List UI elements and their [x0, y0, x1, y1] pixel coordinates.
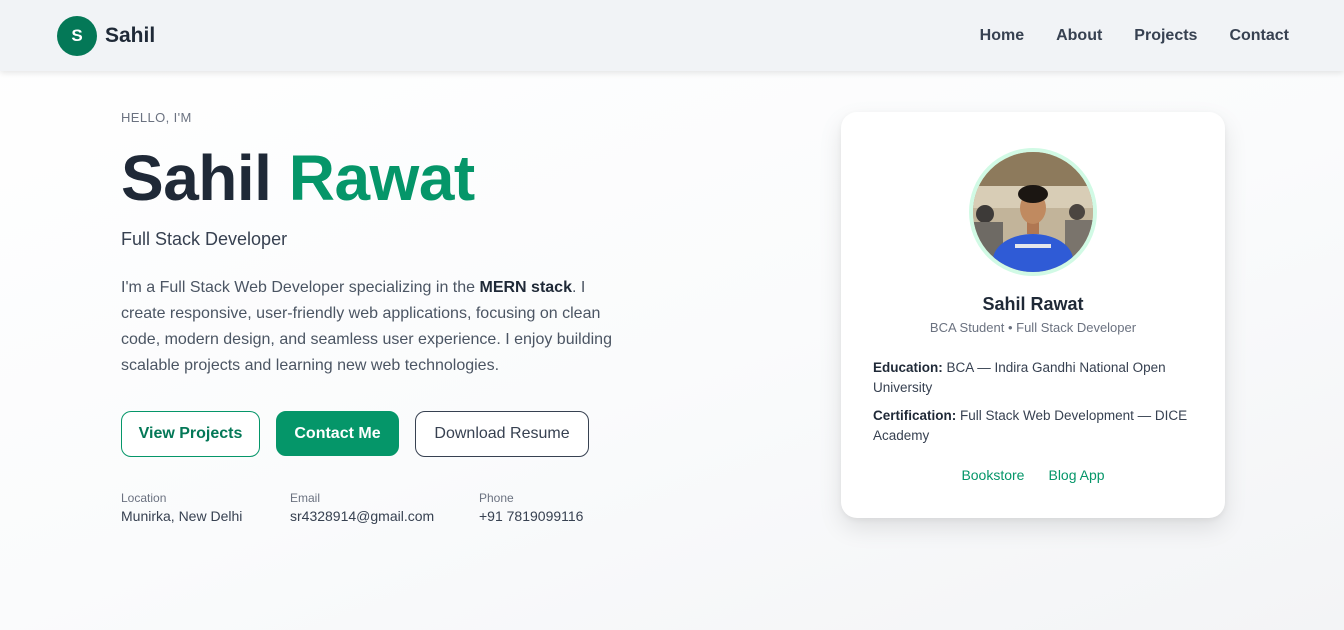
- card-subtitle: BCA Student • Full Stack Developer: [929, 320, 1137, 335]
- hero-last-name: Rawat: [288, 142, 476, 214]
- nav-links: Home About Projects Contact: [980, 27, 1289, 45]
- brand-logo[interactable]: S Sahil: [57, 15, 156, 56]
- bookstore-link[interactable]: Bookstore: [961, 467, 1024, 483]
- info-email: Email sr4328914@gmail.com: [290, 491, 479, 524]
- blog-app-link[interactable]: Blog App: [1048, 467, 1104, 483]
- phone-label: Phone: [479, 491, 514, 505]
- location-label: Location: [121, 491, 167, 505]
- hero-actions: View Projects Contact Me Download Resume: [121, 411, 641, 457]
- nav-link-projects[interactable]: Projects: [1134, 27, 1197, 45]
- email-label: Email: [290, 491, 321, 505]
- brand-name: Sahil: [105, 23, 156, 47]
- nav-link-contact[interactable]: Contact: [1229, 27, 1289, 45]
- card-education: Education: BCA — Indira Gandhi National …: [873, 358, 1203, 398]
- avatar: [969, 148, 1097, 276]
- bio-text-start: I'm a Full Stack Web Developer specializ…: [121, 279, 480, 296]
- contact-me-button[interactable]: Contact Me: [276, 411, 399, 456]
- email-value: sr4328914@gmail.com: [290, 508, 435, 524]
- bio-highlight: MERN stack: [479, 279, 572, 296]
- contact-info: Location Munirka, New Delhi Email sr4328…: [121, 491, 641, 524]
- profile-card: Sahil Rawat BCA Student • Full Stack Dev…: [841, 112, 1225, 518]
- card-name: Sahil Rawat: [982, 294, 1084, 314]
- location-value: Munirka, New Delhi: [121, 508, 243, 524]
- hero-section: HELLO, I'M Sahil Rawat Full Stack Develo…: [121, 110, 641, 524]
- nav-link-home[interactable]: Home: [980, 27, 1024, 45]
- hero-eyebrow: HELLO, I'M: [121, 110, 192, 125]
- view-projects-button[interactable]: View Projects: [121, 411, 260, 457]
- hero-role: Full Stack Developer: [121, 229, 288, 249]
- info-location: Location Munirka, New Delhi: [121, 491, 290, 524]
- card-project-links: Bookstore Blog App: [841, 467, 1225, 483]
- hero-bio: I'm a Full Stack Web Developer specializ…: [121, 275, 631, 379]
- avatar-photo: [973, 152, 1093, 272]
- info-phone: Phone +91 7819099116: [479, 491, 583, 524]
- download-resume-button[interactable]: Download Resume: [415, 411, 589, 457]
- hero-name: Sahil Rawat: [121, 141, 641, 215]
- brand-badge: S: [57, 15, 97, 56]
- phone-value: +91 7819099116: [479, 508, 584, 524]
- hero-first-name: Sahil: [121, 142, 272, 214]
- certification-label: Certification:: [873, 408, 957, 423]
- navbar: S Sahil Home About Projects Contact: [0, 0, 1344, 71]
- nav-link-about[interactable]: About: [1056, 27, 1102, 45]
- card-certification: Certification: Full Stack Web Developmen…: [873, 406, 1203, 446]
- education-label: Education:: [873, 360, 943, 375]
